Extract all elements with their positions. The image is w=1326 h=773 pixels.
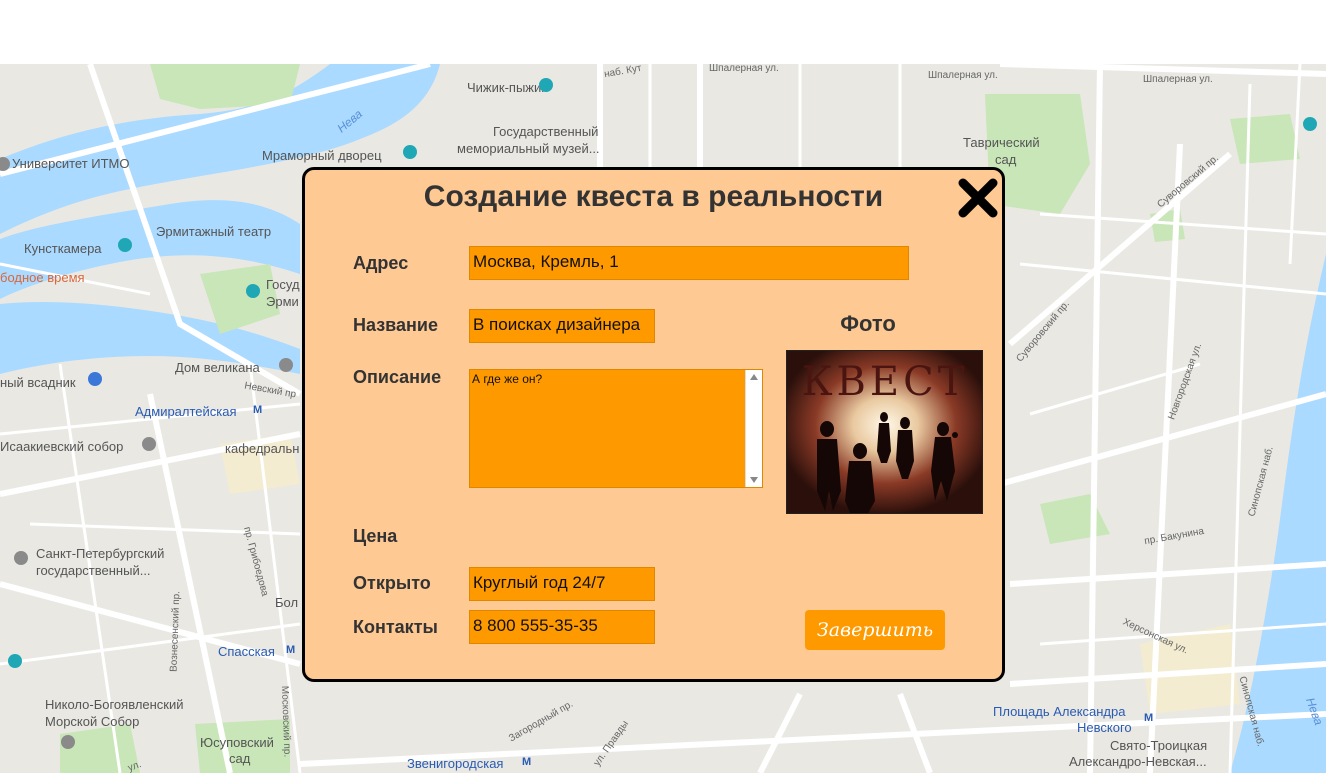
photo-caption: КВЕСТ — [802, 359, 969, 405]
map-label-free-time: бодное время — [0, 270, 85, 285]
map-label-lavra-2: Александро-Невская... — [1069, 754, 1207, 769]
map-label-yusupov: Юсуповский — [200, 735, 274, 750]
map-label-tavrichesky-2: сад — [995, 152, 1017, 167]
photo-title: Фото — [840, 311, 896, 336]
metro-icon: M — [253, 404, 263, 416]
contacts-field[interactable]: 8 800 555-35-35 — [469, 610, 655, 644]
map-label-marble-palace: Мраморный дворец — [262, 148, 382, 163]
shop-icon — [279, 358, 293, 372]
description-label: Описание — [353, 367, 442, 387]
quest-create-dialog: Создание квеста в реальности Адрес Москв… — [302, 167, 1005, 682]
map-label-bol: Бол — [275, 595, 299, 610]
name-label: Название — [353, 315, 438, 335]
metro-icon: M — [522, 756, 532, 768]
scroll-up-icon[interactable] — [750, 374, 758, 380]
address-label: Адрес — [353, 253, 409, 273]
university-icon — [14, 551, 28, 565]
museum-icon — [246, 284, 260, 298]
contacts-label: Контакты — [353, 617, 438, 637]
price-label: Цена — [353, 526, 398, 546]
landmark-icon — [8, 654, 22, 668]
top-bar — [0, 0, 1326, 64]
church-icon — [61, 735, 75, 749]
map-label-shpalernaya: Шпалерная ул. — [709, 64, 779, 74]
metro-icon: M — [286, 644, 296, 656]
map-label-shpalernaya-3: Шпалерная ул. — [1143, 74, 1213, 85]
map-label-admiralteyskaya: Адмиралтейская — [135, 404, 237, 419]
map-label-nikolo-2: Морской Собор — [45, 714, 140, 729]
map-label-memorial: Государственный — [493, 124, 599, 139]
map-label-memorial-2: мемориальный музей... — [457, 141, 600, 156]
map-label-nikolo: Николо-Богоявленский — [45, 697, 184, 712]
finish-button[interactable]: Завершить — [805, 610, 945, 650]
map-label-gos-hermitage-2: Эрми — [266, 294, 299, 309]
map-label-shpalernaya-2: Шпалерная ул. — [928, 70, 998, 81]
description-scrollbar[interactable] — [745, 370, 762, 487]
map-label-itmo: Университет ИТМО — [12, 156, 130, 171]
address-field[interactable]: Москва, Кремль, 1 — [469, 246, 909, 280]
quest-photo[interactable]: КВЕСТ — [786, 350, 983, 514]
quest-photo-image: КВЕСТ — [787, 351, 982, 513]
map-label-nevsky-square: Площадь Александра — [993, 704, 1126, 719]
map-label-kazan: кафедральн — [225, 441, 300, 456]
open-label: Открыто — [353, 573, 431, 593]
name-field[interactable]: В поисках дизайнера — [469, 309, 655, 343]
map-label-hermitage-theatre: Эрмитажный театр — [156, 224, 272, 239]
dialog-title: Создание квеста в реальности — [423, 180, 884, 213]
map-label-moskovsky: Московский пр. — [278, 685, 293, 758]
monument-icon — [88, 372, 102, 386]
map-label-nevsky-square-2: Невского — [1077, 720, 1132, 735]
map-label-spbgu: Санкт-Петербургский — [36, 546, 165, 561]
close-icon[interactable] — [955, 175, 1001, 221]
map-label-isaac: Исаакиевский собор — [0, 439, 124, 454]
map-label-dom-velikana: Дом великана — [175, 360, 260, 375]
description-text: А где же он? — [472, 372, 543, 386]
museum-icon — [1303, 117, 1317, 131]
description-textarea[interactable]: А где же он? — [469, 369, 763, 488]
scroll-down-icon[interactable] — [750, 477, 758, 483]
map-label-horseman: ный всадник — [0, 375, 76, 390]
map-label-tavrichesky: Таврический — [963, 135, 1040, 150]
map-label-spasskaya: Спасская — [218, 644, 275, 659]
museum-icon — [118, 238, 132, 252]
map-label-voznesensky: Вознесенский пр. — [168, 590, 183, 673]
map-label-lavra: Свято-Троицкая — [1110, 738, 1208, 753]
map-label-kunstkamera: Кунсткамера — [24, 241, 102, 256]
open-hours-field[interactable]: Круглый год 24/7 — [469, 567, 655, 601]
map-label-zvenigorodskaya: Звенигородская — [407, 756, 504, 771]
museum-icon — [403, 145, 417, 159]
landmark-icon — [539, 78, 553, 92]
church-icon — [142, 437, 156, 451]
metro-icon: M — [1144, 712, 1154, 724]
map-label-gos-hermitage: Госуд — [266, 277, 300, 292]
map-label-yusupov-2: сад — [229, 751, 251, 766]
map-label-chizhik: Чижик-пыжик — [467, 80, 547, 95]
map-label-spbgu-2: государственный... — [36, 563, 151, 578]
